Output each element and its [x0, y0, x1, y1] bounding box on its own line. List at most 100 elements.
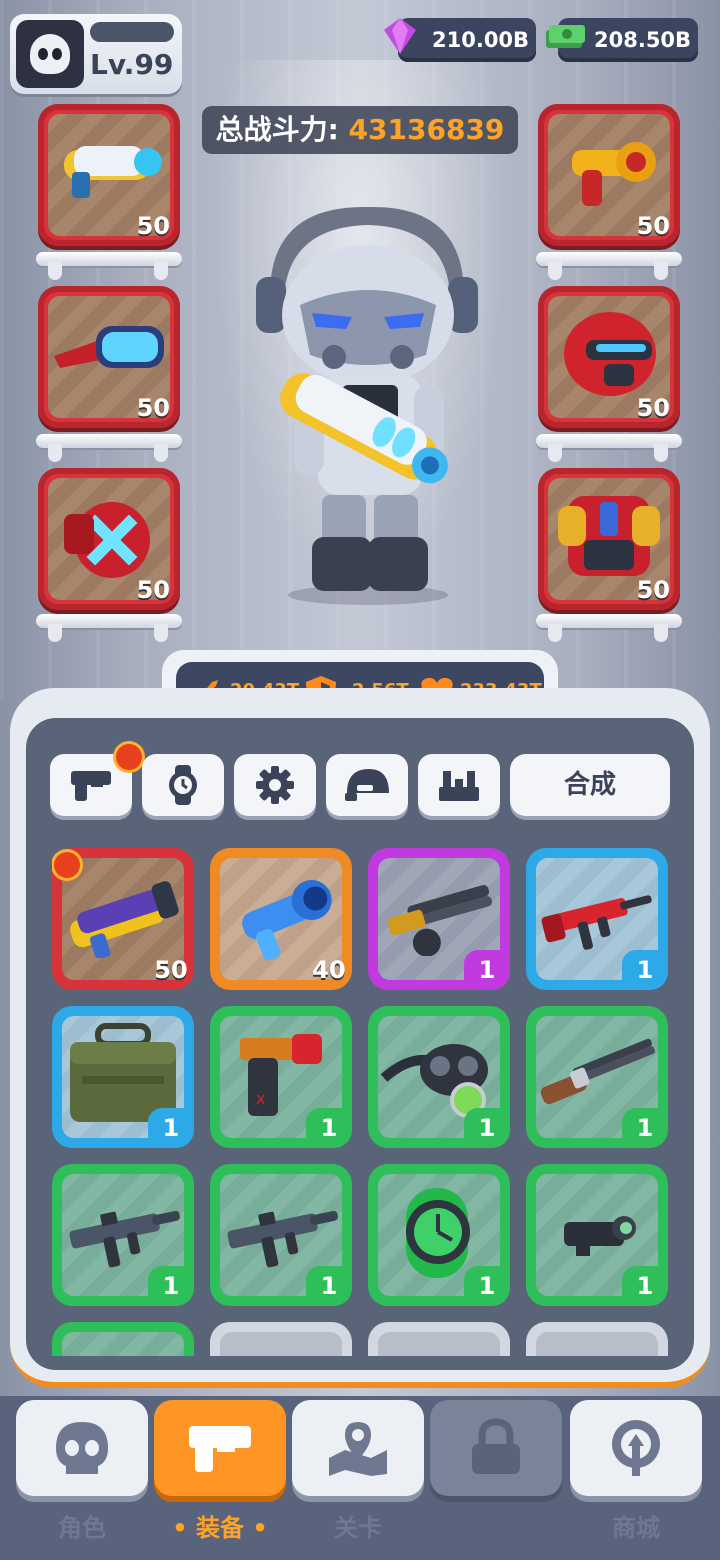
item-count: 1 — [622, 1108, 668, 1148]
slot-count: 50 — [636, 394, 670, 422]
shelf-peg — [154, 262, 168, 280]
nav-stages[interactable] — [292, 1400, 424, 1496]
inventory-item-double-barrel[interactable]: 1 — [526, 1006, 668, 1148]
merge-button[interactable]: 合成 — [510, 754, 670, 816]
cash-icon — [546, 25, 585, 48]
inventory-item-red-rifle[interactable]: 1 — [526, 848, 668, 990]
shelf-peg — [48, 262, 62, 280]
inventory-item-drum-shotgun[interactable]: 1 — [368, 848, 510, 990]
equip-slot-right-3[interactable]: 50 — [538, 468, 680, 610]
inventory-item-partial[interactable] — [526, 1322, 668, 1356]
nav-character[interactable] — [16, 1400, 148, 1496]
cash-counter[interactable]: 208.50B — [546, 18, 698, 62]
tab-armor[interactable] — [418, 754, 500, 816]
slot-count: 50 — [136, 212, 170, 240]
plasma-cannon-icon — [70, 881, 179, 958]
shelf-peg — [154, 444, 168, 462]
inventory-item-green-watch[interactable]: 1 — [368, 1164, 510, 1306]
skull-icon — [56, 1422, 108, 1474]
shelf-peg — [154, 624, 168, 642]
inventory-item-smg[interactable]: 1 — [210, 1164, 352, 1306]
power-value: 43136839 — [348, 113, 505, 146]
watch-icon — [169, 765, 197, 805]
item-count: 1 — [464, 950, 510, 990]
inventory-item-smg[interactable]: 1 — [52, 1164, 194, 1306]
item-count: 1 — [148, 1108, 194, 1148]
red-helmet-icon — [564, 312, 656, 396]
helmet-icon — [345, 769, 389, 801]
golden-pistol-icon — [572, 142, 656, 206]
inventory-item-ammo-box[interactable]: 1 — [52, 1006, 194, 1148]
map-icon — [329, 1422, 387, 1476]
item-count: 1 — [622, 1266, 668, 1306]
item-count: 40 — [312, 956, 346, 984]
gem-counter[interactable]: 210.00B — [384, 18, 536, 62]
shelf-peg — [48, 444, 62, 462]
equip-slot-left-2[interactable]: 50 — [38, 286, 180, 428]
nav-shop[interactable] — [570, 1400, 702, 1496]
nav-equipment-label: • 装备 • — [172, 1514, 268, 1542]
skull-icon — [30, 34, 70, 74]
slot-count: 50 — [136, 576, 170, 604]
tab-gear[interactable] — [234, 754, 316, 816]
tab-helmets[interactable] — [326, 754, 408, 816]
gun-icon — [71, 771, 111, 801]
gun-icon — [189, 1426, 251, 1472]
smg-icon — [227, 1210, 338, 1268]
nav-locked[interactable] — [430, 1400, 562, 1496]
player-level: Lv.99 — [90, 48, 174, 81]
shield-pack-icon — [64, 502, 150, 578]
avatar-eye-right — [52, 48, 62, 60]
item-background — [536, 1332, 658, 1356]
scope-icon — [564, 1216, 636, 1256]
avatar[interactable] — [16, 20, 84, 88]
blaster-icon — [64, 146, 162, 198]
gear-icon — [256, 766, 294, 804]
equip-slot-right-2[interactable]: 50 — [538, 286, 680, 428]
red-armor-icon — [558, 496, 660, 576]
blue-blaster-icon — [242, 880, 332, 961]
smg-icon — [69, 1210, 180, 1268]
inventory-item-partial[interactable] — [52, 1322, 194, 1356]
item-count: 1 — [464, 1266, 510, 1306]
inventory-item-partial[interactable] — [368, 1322, 510, 1356]
character-model — [256, 206, 478, 605]
nav-equipment[interactable] — [154, 1400, 286, 1496]
item-background — [378, 1332, 500, 1356]
inventory-grid: 50 40 1 1 1 x 1 1 1 1 1 1 1 — [52, 848, 672, 1356]
inventory-item-partial[interactable] — [210, 1322, 352, 1356]
slot-count: 50 — [636, 576, 670, 604]
slot-count: 50 — [636, 212, 670, 240]
shelf-peg — [548, 262, 562, 280]
nav-stages-label: 关卡 — [334, 1514, 382, 1542]
inventory-item-scope[interactable]: 1 — [526, 1164, 668, 1306]
shelf-peg — [654, 444, 668, 462]
double-barrel-icon — [540, 1038, 655, 1105]
inventory-item-gas-mask[interactable]: 1 — [368, 1006, 510, 1148]
inventory-item-red-pistol[interactable]: x 1 — [210, 1006, 352, 1148]
svg-text:x: x — [256, 1089, 265, 1108]
nav-character-label: 角色 — [58, 1514, 106, 1542]
shop-icon — [612, 1420, 660, 1476]
shelf-peg — [654, 624, 668, 642]
item-background — [220, 1332, 342, 1356]
item-count: 1 — [148, 1266, 194, 1306]
player-profile[interactable]: Lv.99 — [10, 14, 182, 94]
shelf-peg — [654, 262, 668, 280]
gem-icon — [384, 18, 416, 54]
drum-shotgun-icon — [387, 884, 493, 956]
item-count: 1 — [306, 1108, 352, 1148]
gem-amount: 210.00B — [432, 28, 530, 52]
item-background — [62, 1332, 184, 1356]
notification-dot — [54, 852, 80, 878]
equip-slot-left-3[interactable]: 50 — [38, 468, 180, 610]
tab-accessories[interactable] — [142, 754, 224, 816]
shelf-peg — [548, 624, 562, 642]
power-label: 总战斗力: — [215, 113, 339, 146]
nav-shop-label: 商城 — [612, 1514, 660, 1542]
equip-slot-left-1[interactable]: 50 — [38, 104, 180, 246]
equip-slot-right-1[interactable]: 50 — [538, 104, 680, 246]
inventory-item-blue-blaster[interactable]: 40 — [210, 848, 352, 990]
armor-icon — [439, 771, 479, 801]
total-power: 总战斗力: 43136839 — [202, 106, 518, 154]
